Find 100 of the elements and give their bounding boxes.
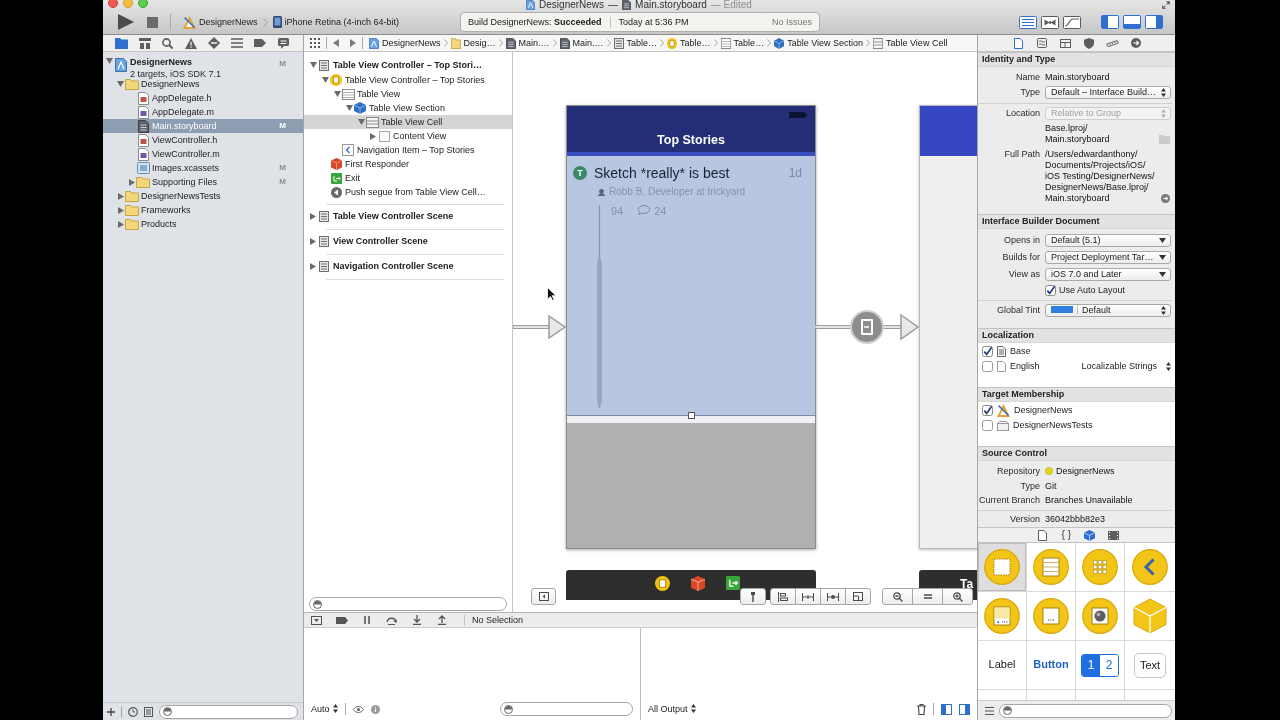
search-icon[interactable] (162, 37, 174, 49)
speech-bubble-icon[interactable] (277, 37, 289, 49)
cube-icon[interactable] (1084, 529, 1096, 541)
diamond-icon[interactable] (208, 37, 221, 49)
library-item[interactable] (1125, 543, 1175, 591)
file-tree-item[interactable]: AppDelegate.h (103, 91, 303, 105)
popup-button[interactable]: Default (5.1) (1045, 234, 1171, 247)
outline-toggle-button[interactable] (531, 588, 556, 605)
arrow-circle-icon[interactable] (1131, 38, 1142, 48)
library-item[interactable]: Label (978, 641, 1026, 689)
destination-button[interactable]: iPhone Retina (4-inch 64-bit) (272, 16, 400, 28)
info-icon[interactable] (370, 704, 380, 714)
checkbox[interactable] (1045, 284, 1056, 296)
forward-icon[interactable] (350, 39, 356, 47)
breadcrumb-item[interactable]: Desig… (450, 37, 496, 49)
disclosure-triangle-icon[interactable] (117, 206, 124, 214)
outline-item[interactable]: Table View Cell (304, 115, 512, 129)
stop-icon[interactable] (147, 16, 158, 28)
outline-item[interactable]: Table View Controller – Top Stories (304, 73, 512, 87)
step-into-icon[interactable] (412, 615, 421, 625)
trash-icon[interactable] (917, 703, 926, 715)
breadcrumb-item[interactable]: Main.… (505, 37, 550, 49)
curve-icon[interactable] (1063, 15, 1081, 29)
align-button[interactable] (770, 588, 796, 605)
view-controller-icon[interactable] (654, 575, 670, 591)
pin-button[interactable] (795, 588, 821, 605)
tag-icon[interactable] (254, 39, 267, 47)
disclosure-triangle-icon[interactable] (106, 58, 113, 64)
grid-icon[interactable] (310, 38, 320, 48)
disclosure-triangle-icon[interactable] (117, 81, 124, 87)
eye-icon[interactable] (352, 705, 364, 713)
outline-item[interactable]: Exit (304, 171, 512, 185)
output-popup[interactable]: All Output (648, 703, 696, 715)
left-panel-icon[interactable] (1101, 15, 1119, 29)
right-panel-icon[interactable] (959, 703, 970, 715)
lines-icon[interactable] (231, 38, 244, 48)
document-icon[interactable] (1038, 529, 1048, 541)
file-tree-item[interactable]: ViewController.m (103, 147, 303, 161)
library-item[interactable]: Text (1125, 641, 1175, 689)
hierarchy-icon[interactable] (138, 37, 151, 49)
outline-item[interactable]: Navigation Item – Top Stories (304, 143, 512, 157)
exit-icon[interactable] (725, 576, 740, 590)
clock-icon[interactable] (128, 706, 138, 717)
disclosure-triangle-icon[interactable] (310, 237, 316, 245)
outline-item[interactable]: First Responder (304, 157, 512, 171)
file-tree-item[interactable]: DesignerNews 2 targets, iOS SDK 7.1 M (103, 55, 303, 77)
filter-field[interactable] (500, 702, 633, 716)
filter-field[interactable] (159, 704, 298, 719)
breadcrumb-item[interactable]: DesignerNews (369, 37, 441, 49)
warning-icon[interactable] (184, 37, 197, 49)
disclosure-triangle-icon[interactable] (309, 62, 317, 68)
add-icon[interactable] (107, 707, 115, 716)
disclosure-triangle-icon[interactable] (117, 192, 124, 200)
step-over-icon[interactable] (386, 615, 397, 625)
outline-item[interactable]: Table View Controller Scene (304, 208, 512, 224)
breadcrumb-item[interactable]: Main.… (559, 37, 604, 49)
step-out-icon[interactable] (437, 615, 446, 625)
outline-item[interactable]: Table View Controller – Top Stori… (304, 57, 512, 73)
library-item[interactable]: 1 2 (1076, 641, 1124, 689)
card-icon[interactable] (1060, 38, 1072, 48)
film-icon[interactable] (1107, 530, 1119, 540)
file-tree-item[interactable]: ViewController.h (103, 133, 303, 147)
outline-item[interactable]: Navigation Controller Scene (304, 258, 512, 274)
checkbox[interactable] (982, 361, 993, 372)
scheme-button[interactable]: DesignerNews (183, 15, 258, 29)
ruler-icon[interactable] (1106, 39, 1120, 47)
text-lines-icon[interactable] (1019, 15, 1037, 29)
disclosure-triangle-icon[interactable] (321, 77, 329, 83)
disclosure-triangle-icon[interactable] (128, 178, 135, 186)
layout-button[interactable] (740, 588, 766, 605)
file-tree-item[interactable]: DesignerNewsTests (103, 189, 303, 203)
breadcrumb-item[interactable]: Table… (720, 37, 765, 49)
zoom-out-button[interactable] (882, 588, 913, 605)
popup-button[interactable]: Project Deployment Tar… (1045, 251, 1171, 264)
left-panel-icon[interactable] (941, 703, 952, 715)
bow-tie-icon[interactable] (1041, 15, 1059, 29)
popup-button[interactable]: iOS 7.0 and Later (1045, 268, 1171, 281)
segue-arrow[interactable] (815, 309, 919, 345)
library-item[interactable]: Button (1027, 641, 1075, 689)
disclosure-triangle-icon[interactable] (345, 105, 353, 111)
shield-icon[interactable] (1084, 37, 1095, 49)
play-icon[interactable] (118, 14, 134, 30)
folder-icon[interactable] (115, 37, 129, 49)
zoom-fit-button[interactable] (912, 588, 943, 605)
cube-icon[interactable] (690, 575, 705, 591)
disclosure-triangle-icon[interactable] (310, 212, 316, 220)
resize-handle[interactable] (688, 412, 695, 419)
outline-item[interactable]: Table View (304, 87, 512, 101)
disclosure-triangle-icon[interactable] (310, 262, 316, 270)
document-icon[interactable] (144, 706, 153, 717)
file-tree-item[interactable]: AppDelegate.m (103, 105, 303, 119)
tag-icon[interactable] (335, 616, 348, 624)
outline-item[interactable]: Content View (304, 129, 512, 143)
file-tree-item[interactable]: Frameworks (103, 203, 303, 217)
zoom-in-button[interactable] (942, 588, 973, 605)
disclosure-triangle-icon[interactable] (370, 132, 376, 140)
file-tree-item[interactable]: Images.xcassets M (103, 161, 303, 175)
breadcrumb-item[interactable]: Table… (667, 37, 711, 49)
resolve-button[interactable] (820, 588, 846, 605)
library-item[interactable] (1076, 592, 1124, 640)
